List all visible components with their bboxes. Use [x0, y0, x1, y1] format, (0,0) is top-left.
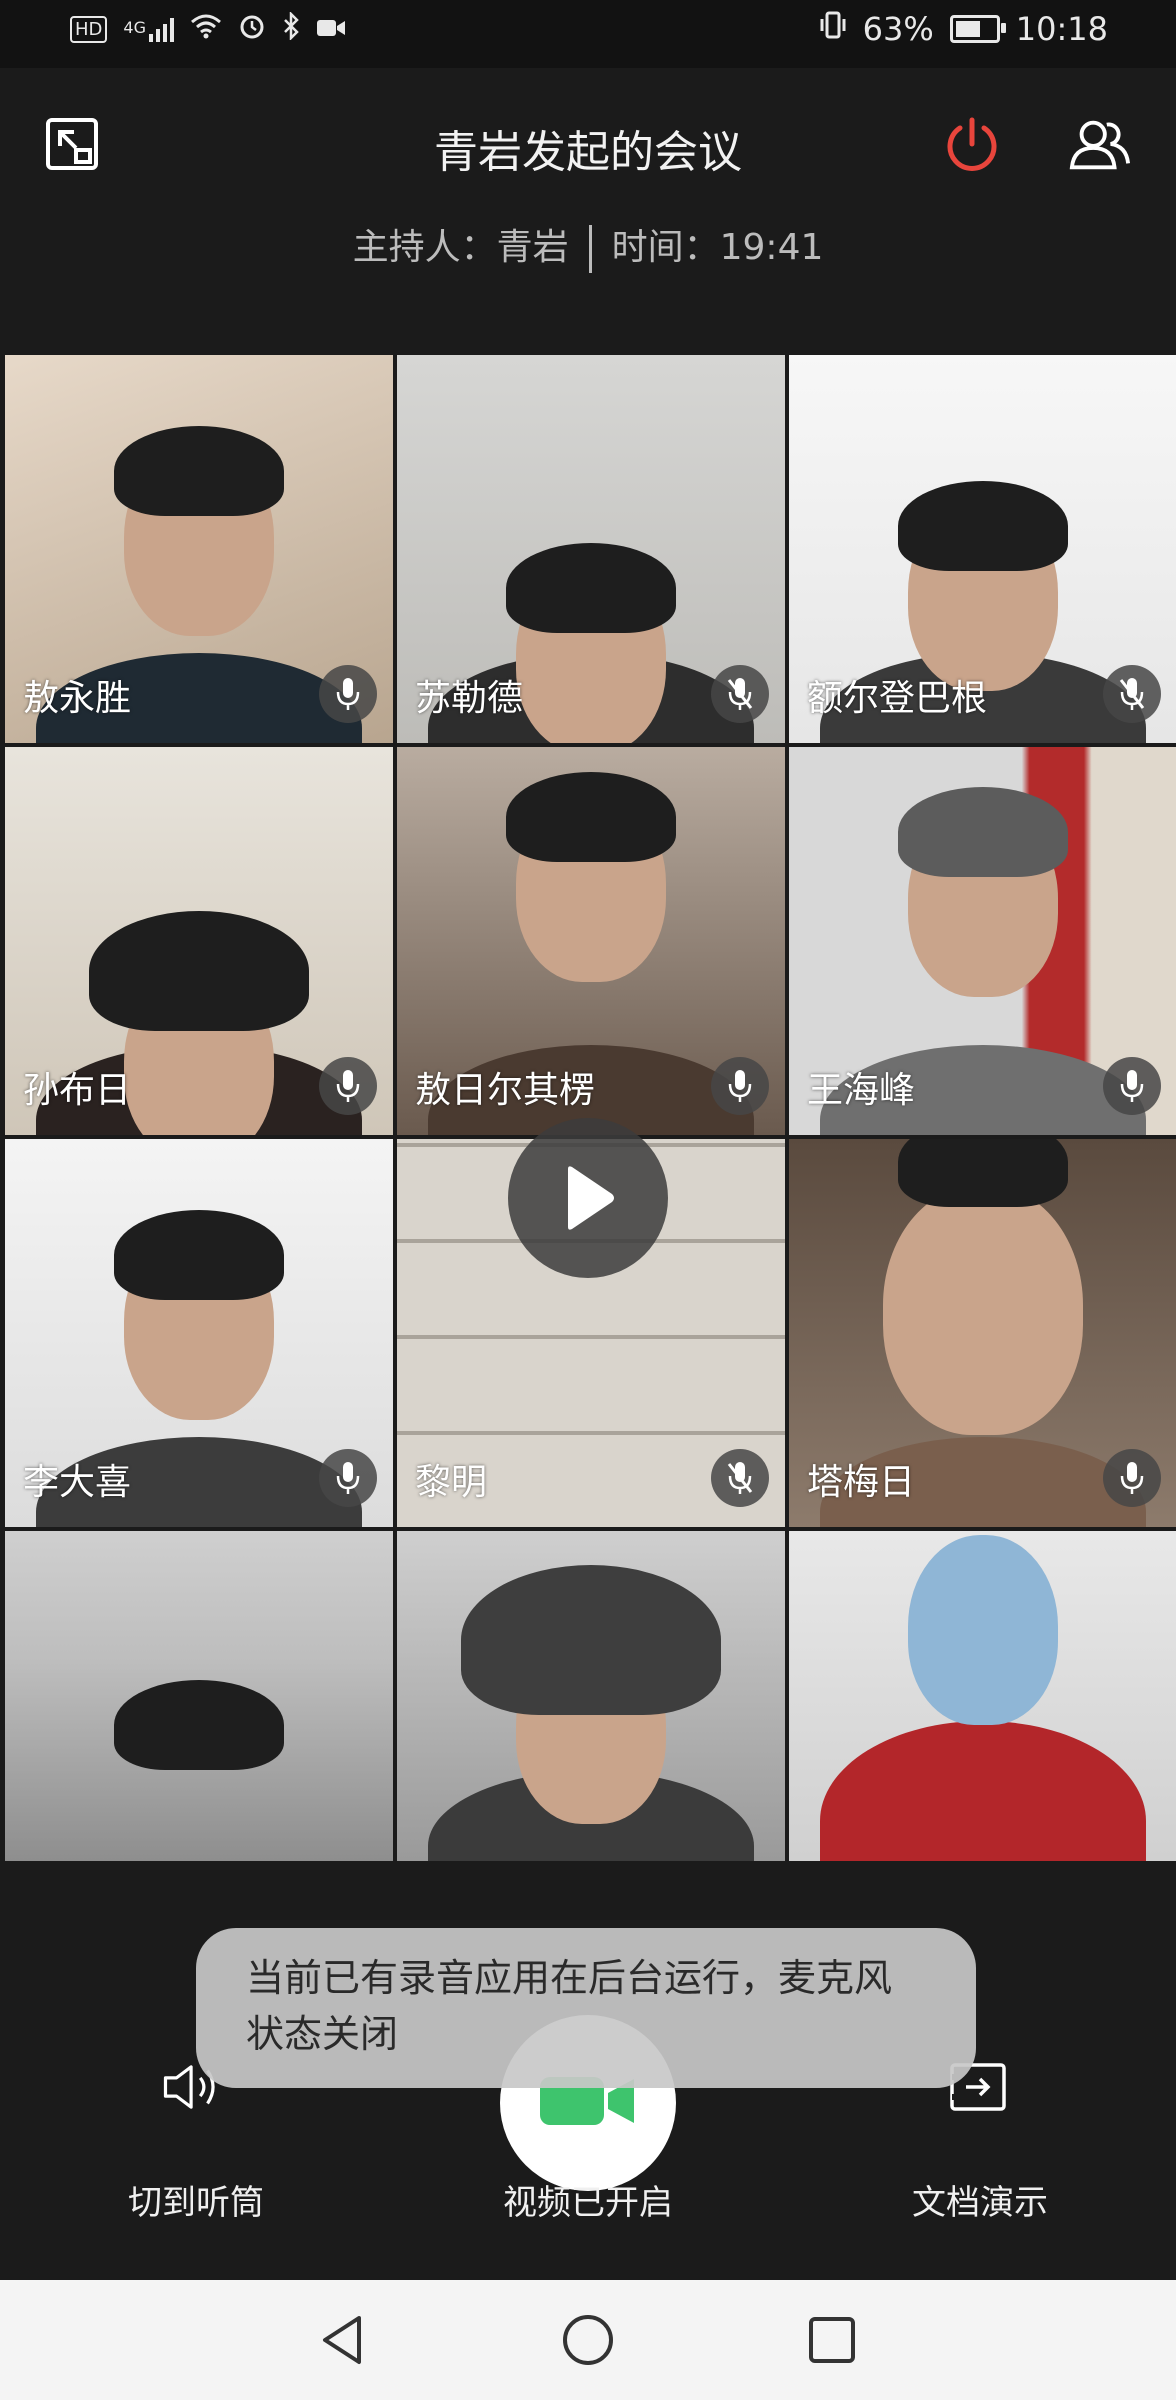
- document-present-label[interactable]: 文档演示: [850, 2175, 1110, 2224]
- mic-muted-icon: [1103, 665, 1161, 723]
- participant-tile[interactable]: 王海峰: [789, 747, 1176, 1135]
- home-icon[interactable]: [558, 2310, 618, 2370]
- meeting-header: 青岩发起的会议 主持人：青岩 时间：19:41: [0, 68, 1176, 348]
- person-hair: [506, 542, 676, 633]
- switch-earpiece-label[interactable]: 切到听筒: [66, 2175, 326, 2224]
- battery-icon: [949, 15, 1006, 43]
- divider: [588, 225, 592, 273]
- person-hood: [898, 787, 1068, 878]
- video-record-icon: [316, 15, 346, 45]
- person-face: [883, 1184, 1083, 1435]
- toast-message: 当前已有录音应用在后台运行，麦克风状态关闭: [196, 1928, 976, 2088]
- back-icon[interactable]: [312, 2310, 372, 2370]
- person-hair: [114, 1210, 284, 1301]
- mic-icon: [1103, 1449, 1161, 1507]
- mic-muted-icon: [711, 1449, 769, 1507]
- meeting-time: 时间：19:41: [611, 227, 824, 268]
- battery-fill: [955, 21, 980, 37]
- participant-name: 苏勒德: [415, 678, 524, 719]
- participant-tile[interactable]: [789, 1531, 1176, 1861]
- mic-icon: [319, 1449, 377, 1507]
- participant-tile[interactable]: 孙布日: [5, 747, 393, 1135]
- participant-tile[interactable]: 敖日尔其楞: [397, 747, 785, 1135]
- host-label: 主持人：青岩: [352, 227, 569, 268]
- person-hair: [898, 480, 1068, 571]
- person-hair: [898, 1139, 1068, 1208]
- person-hair: [114, 1680, 284, 1770]
- person-hair: [506, 771, 676, 862]
- video-status-label[interactable]: 视频已开启: [458, 2175, 718, 2224]
- person-mask: [908, 1535, 1058, 1725]
- participant-tile[interactable]: 李大喜: [5, 1139, 393, 1527]
- participant-tile[interactable]: [397, 1531, 785, 1861]
- participant-name: 额尔登巴根: [807, 678, 988, 719]
- mic-icon: [1103, 1057, 1161, 1115]
- play-button[interactable]: [508, 1118, 668, 1278]
- person-hood: [461, 1564, 721, 1715]
- participant-tile[interactable]: [5, 1531, 393, 1861]
- battery-percent: 63%: [862, 10, 934, 48]
- bluetooth-icon: [282, 10, 300, 47]
- participant-tile[interactable]: 苏勒德: [397, 355, 785, 743]
- person-hair: [89, 911, 309, 1032]
- status-icons-left: HD 4G: [70, 10, 346, 47]
- participant-name: 黎明: [415, 1462, 488, 1503]
- participant-name: 李大喜: [23, 1462, 132, 1503]
- wifi-icon: [190, 13, 222, 46]
- participants-icon[interactable]: [1068, 112, 1132, 176]
- person-hair: [114, 426, 284, 517]
- end-meeting-button[interactable]: [940, 112, 1004, 176]
- participant-name: 塔梅日: [807, 1462, 916, 1503]
- participant-tile[interactable]: 敖永胜: [5, 355, 393, 743]
- video-grid: 敖永胜 苏勒德 额尔登巴根 孙布日 敖日尔其楞 王海峰 李大喜 黎明 塔梅日: [5, 355, 1176, 1875]
- mic-icon: [319, 665, 377, 723]
- meeting-info: 主持人：青岩 时间：19:41: [0, 218, 1176, 273]
- participant-name: 敖日尔其楞: [415, 1070, 596, 1111]
- mic-icon: [319, 1057, 377, 1115]
- mic-icon: [711, 1057, 769, 1115]
- vibrate-icon: [819, 10, 847, 48]
- participant-tile[interactable]: 塔梅日: [789, 1139, 1176, 1527]
- participant-name: 孙布日: [23, 1070, 132, 1111]
- participant-tile[interactable]: 额尔登巴根: [789, 355, 1176, 743]
- mic-muted-icon: [711, 665, 769, 723]
- status-bar: HD 4G 63% 10:18: [0, 0, 1176, 68]
- participant-name: 王海峰: [807, 1070, 916, 1111]
- participant-name: 敖永胜: [23, 678, 132, 719]
- alarm-icon: [238, 12, 266, 47]
- clock: 10:18: [1015, 10, 1108, 48]
- recents-icon[interactable]: [802, 2310, 862, 2370]
- signal-4g-icon: 4G: [123, 17, 174, 42]
- hd-icon: HD: [70, 16, 108, 43]
- status-icons-right: 63% 10:18: [819, 10, 1108, 48]
- system-nav-bar: [0, 2280, 1176, 2400]
